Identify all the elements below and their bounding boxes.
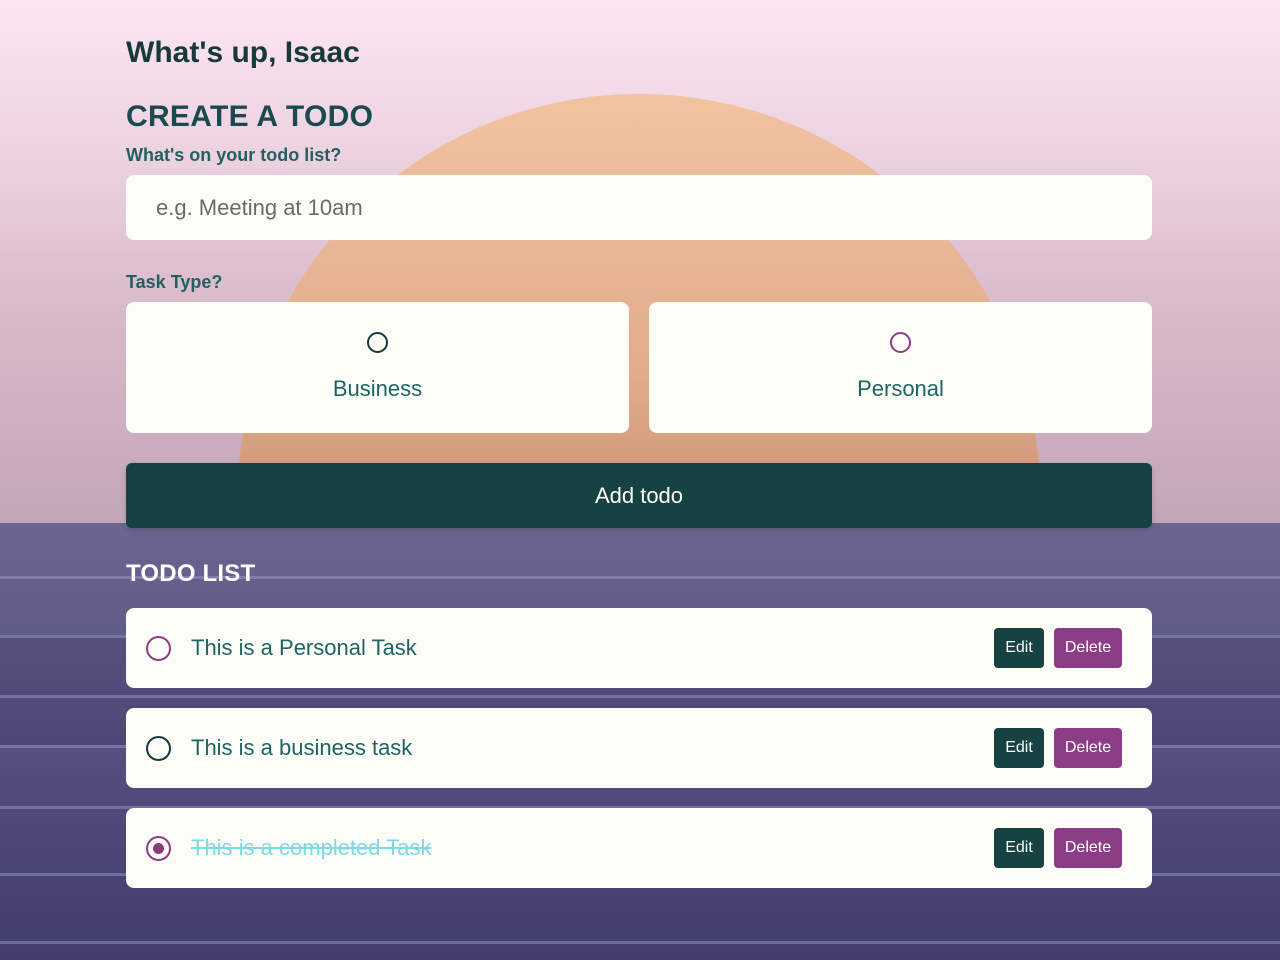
business-radio-icon[interactable] — [367, 332, 388, 353]
add-todo-button[interactable]: Add todo — [126, 463, 1152, 528]
task-type-label: Task Type? — [126, 272, 223, 292]
personal-checkbox-icon[interactable] — [146, 636, 171, 661]
todo-item: This is a completed Task Edit Delete — [126, 808, 1152, 888]
todo-item-text-completed[interactable]: This is a completed Task — [191, 835, 431, 861]
todo-item-text[interactable]: This is a Personal Task — [191, 635, 417, 661]
todo-item: This is a business task Edit Delete — [126, 708, 1152, 788]
todo-list-heading: TODO LIST — [126, 560, 256, 587]
todo-question-label: What's on your todo list? — [126, 145, 342, 165]
checked-dot-icon — [153, 843, 164, 854]
todo-item: This is a Personal Task Edit Delete — [126, 608, 1152, 688]
delete-button[interactable]: Delete — [1054, 628, 1122, 668]
business-checkbox-icon[interactable] — [146, 736, 171, 761]
edit-button[interactable]: Edit — [994, 728, 1044, 768]
delete-button[interactable]: Delete — [1054, 828, 1122, 868]
edit-button[interactable]: Edit — [994, 828, 1044, 868]
task-type-business-label: Business — [332, 376, 423, 401]
sea-wave-line — [0, 941, 1280, 944]
todo-item-text[interactable]: This is a business task — [191, 735, 412, 761]
sea-wave-line — [0, 695, 1280, 698]
delete-button[interactable]: Delete — [1054, 728, 1122, 768]
task-type-personal-label: Personal — [857, 376, 944, 401]
personal-radio-icon[interactable] — [890, 332, 911, 353]
completed-checkbox-icon[interactable] — [146, 836, 171, 861]
create-todo-heading: CREATE A TODO — [126, 100, 374, 133]
todo-input[interactable] — [126, 175, 1152, 240]
task-type-personal-option[interactable]: Personal — [649, 302, 1152, 433]
task-type-business-option[interactable]: Business — [126, 302, 629, 433]
edit-button[interactable]: Edit — [994, 628, 1044, 668]
greeting-heading: What's up, Isaac — [126, 36, 360, 69]
